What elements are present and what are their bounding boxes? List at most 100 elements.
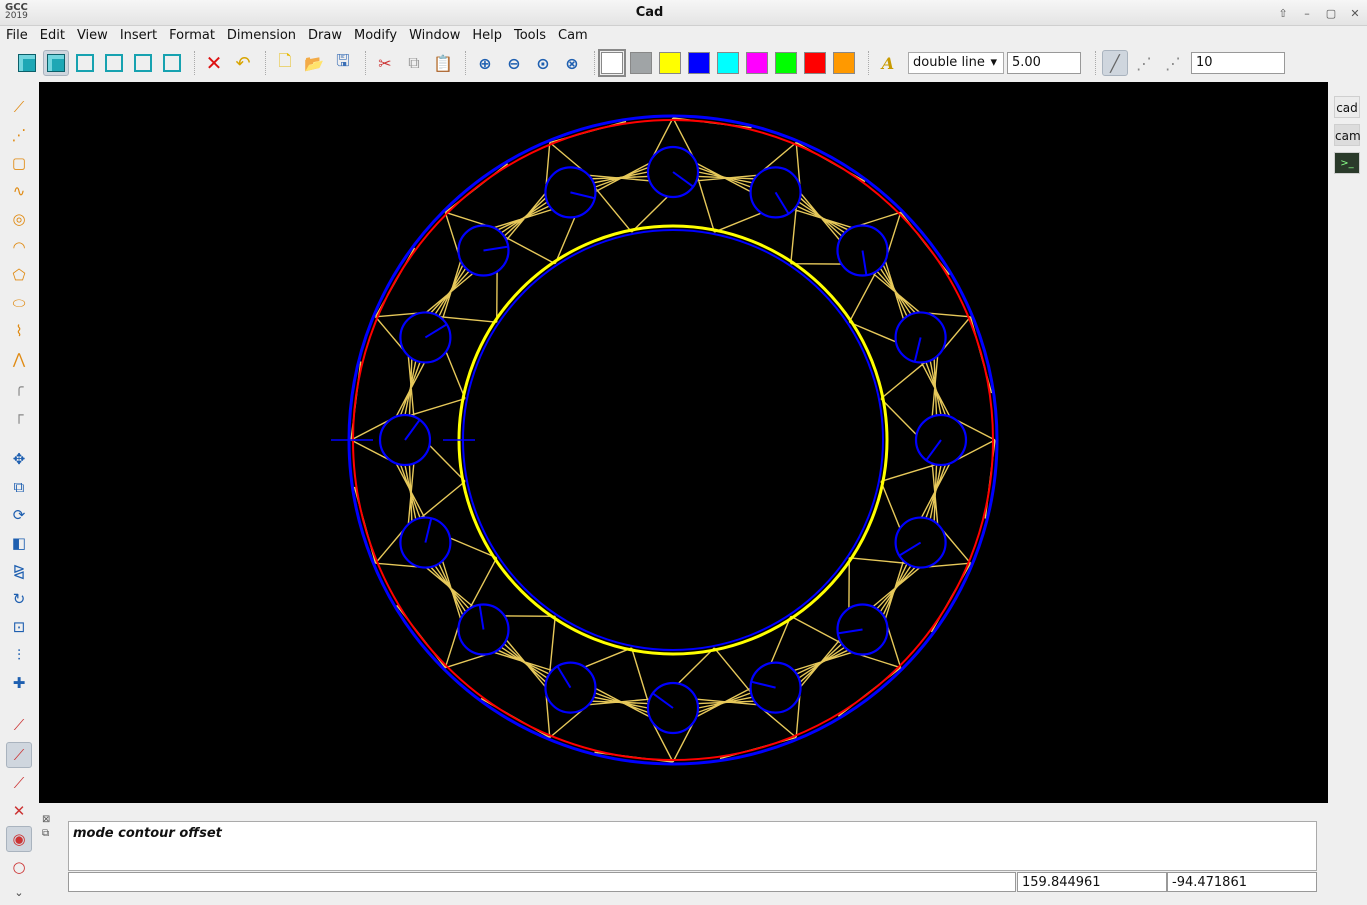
color-swatch-cyan[interactable] (717, 52, 739, 74)
menu-modify[interactable]: Modify (348, 26, 403, 46)
color-swatch-blue[interactable] (688, 52, 710, 74)
rotate-icon[interactable]: ↻ (6, 586, 32, 612)
line-mode-dashed-icon[interactable]: ⋰ (1131, 50, 1157, 76)
copy-icon[interactable]: ⧉ (401, 50, 427, 76)
offset-icon[interactable]: ⟳ (6, 502, 32, 528)
toolbar-separator (868, 51, 869, 75)
color-swatch-orange[interactable] (833, 52, 855, 74)
color-swatch-white[interactable] (598, 49, 626, 77)
menu-file[interactable]: File (0, 26, 34, 46)
zoom-window-icon[interactable]: ⊙ (530, 50, 556, 76)
view-iso-wire-icon (47, 54, 65, 72)
arc-icon[interactable]: ◠ (6, 234, 32, 260)
main-toolbar: ✕ ↶ 🗋 📂 🖫 ✂ ⧉ 📋 ⊕ ⊖ ⊙ ⊗ A double line 5.… (0, 46, 1367, 80)
menu-draw[interactable]: Draw (302, 26, 348, 46)
chamfer-icon[interactable]: ┌ (6, 402, 32, 428)
menu-insert[interactable]: Insert (114, 26, 163, 46)
menu-view[interactable]: View (71, 26, 114, 46)
menu-help[interactable]: Help (466, 26, 508, 46)
nurbs-icon[interactable]: ⋀ (6, 346, 32, 372)
drawing-svg (331, 114, 999, 766)
bezier-icon[interactable]: ⌇ (6, 318, 32, 344)
tab-cam[interactable]: cam (1334, 124, 1361, 146)
more-chevron-icon[interactable]: ⌄ (6, 882, 32, 902)
close-icon[interactable]: ✕ (1345, 7, 1365, 20)
view-bottom-button[interactable] (159, 50, 185, 76)
polygon-icon[interactable]: ⬠ (6, 262, 32, 288)
scale-icon[interactable]: ⊡ (6, 614, 32, 640)
maximize-icon[interactable]: ▢ (1321, 7, 1341, 20)
color-swatch-red[interactable] (804, 52, 826, 74)
menu-tools[interactable]: Tools (508, 26, 552, 46)
undo-icon[interactable]: ↶ (230, 50, 256, 76)
view-side-button[interactable] (101, 50, 127, 76)
console-log: mode contour offset (68, 821, 1317, 871)
terminal-icon[interactable]: >_ (1334, 152, 1360, 174)
snap-near-icon[interactable]: ⟋ (6, 770, 32, 796)
line-type-select[interactable]: double line (908, 52, 1004, 74)
color-swatch-yellow[interactable] (659, 52, 681, 74)
view-front-button[interactable] (72, 50, 98, 76)
stretch-icon[interactable]: ◧ (6, 530, 32, 556)
menu-dimension[interactable]: Dimension (221, 26, 302, 46)
menu-cam[interactable]: Cam (552, 26, 594, 46)
spline-icon[interactable]: ∿ (6, 178, 32, 204)
coordinate-y: -94.471861 (1167, 872, 1317, 892)
trim-icon[interactable]: ⫶ (6, 642, 32, 668)
menu-edit[interactable]: Edit (34, 26, 71, 46)
line-width-field[interactable]: 5.00 (1007, 52, 1081, 74)
tab-cad[interactable]: cad (1334, 96, 1360, 118)
zoom-extents-icon[interactable]: ⊗ (559, 50, 585, 76)
zoom-in-icon[interactable]: ⊕ (472, 50, 498, 76)
move-icon[interactable]: ✥ (6, 446, 32, 472)
toolbar-separator (594, 51, 595, 75)
view-iso-wire-button[interactable] (43, 50, 69, 76)
drawing-canvas[interactable] (39, 82, 1328, 803)
snap-intersection-icon[interactable]: ✕ (6, 798, 32, 824)
inner-contour-circle (462, 229, 884, 651)
paste-icon[interactable]: 📋 (430, 50, 456, 76)
view-front-icon (76, 54, 94, 72)
zoom-out-icon[interactable]: ⊖ (501, 50, 527, 76)
save-file-icon[interactable]: 🖫 (330, 50, 356, 76)
snap-end-icon[interactable]: ⟋ (6, 712, 32, 738)
rectangle-icon[interactable]: ▢ (6, 150, 32, 176)
circle-icon[interactable]: ◎ (6, 206, 32, 232)
cut-icon[interactable]: ✂ (372, 50, 398, 76)
toolbar-separator (365, 51, 366, 75)
fillet-icon[interactable]: ╭ (6, 374, 32, 400)
line-icon[interactable]: ⟋ (6, 94, 32, 120)
snap-mid-icon[interactable]: ⟋ (6, 742, 32, 768)
delete-icon[interactable]: ✕ (201, 50, 227, 76)
console-close-icon[interactable]: ⊠ (42, 813, 50, 827)
text-style-icon[interactable]: A (875, 50, 901, 76)
menu-format[interactable]: Format (163, 26, 221, 46)
color-swatch-magenta[interactable] (746, 52, 768, 74)
view-iso-solid-button[interactable] (14, 50, 40, 76)
toolbar-separator (465, 51, 466, 75)
menu-window[interactable]: Window (403, 26, 466, 46)
open-file-icon[interactable]: 📂 (301, 50, 327, 76)
ellipse-icon[interactable]: ⬭ (6, 290, 32, 316)
command-input[interactable] (68, 872, 1016, 892)
count-field[interactable]: 10 (1191, 52, 1285, 74)
line-mode-solid-icon[interactable]: ╱ (1102, 50, 1128, 76)
polyline-icon[interactable]: ⋰ (6, 122, 32, 148)
console-float-icon[interactable]: ⧉ (42, 827, 50, 841)
console-panel: ⊠ ⧉ mode contour offset 159.844961 -94.4… (39, 805, 1328, 905)
hole-circle (836, 224, 889, 277)
hole-circle (399, 516, 452, 569)
new-file-icon[interactable]: 🗋 (272, 50, 298, 76)
snap-circle-icon[interactable]: ○ (6, 854, 32, 880)
copy-icon[interactable]: ⧉ (6, 474, 32, 500)
view-iso-solid-icon (18, 54, 36, 72)
extend-icon[interactable]: ✚ (6, 670, 32, 696)
color-swatch-gray[interactable] (630, 52, 652, 74)
minimize-icon[interactable]: – (1297, 7, 1317, 20)
view-top-button[interactable] (130, 50, 156, 76)
mirror-icon[interactable]: ⧎ (6, 558, 32, 584)
color-swatch-green[interactable] (775, 52, 797, 74)
up-arrow-icon[interactable]: ⇧ (1273, 7, 1293, 20)
line-mode-dotted-icon[interactable]: ⋰ (1160, 50, 1186, 76)
snap-center-icon[interactable]: ◉ (6, 826, 32, 852)
